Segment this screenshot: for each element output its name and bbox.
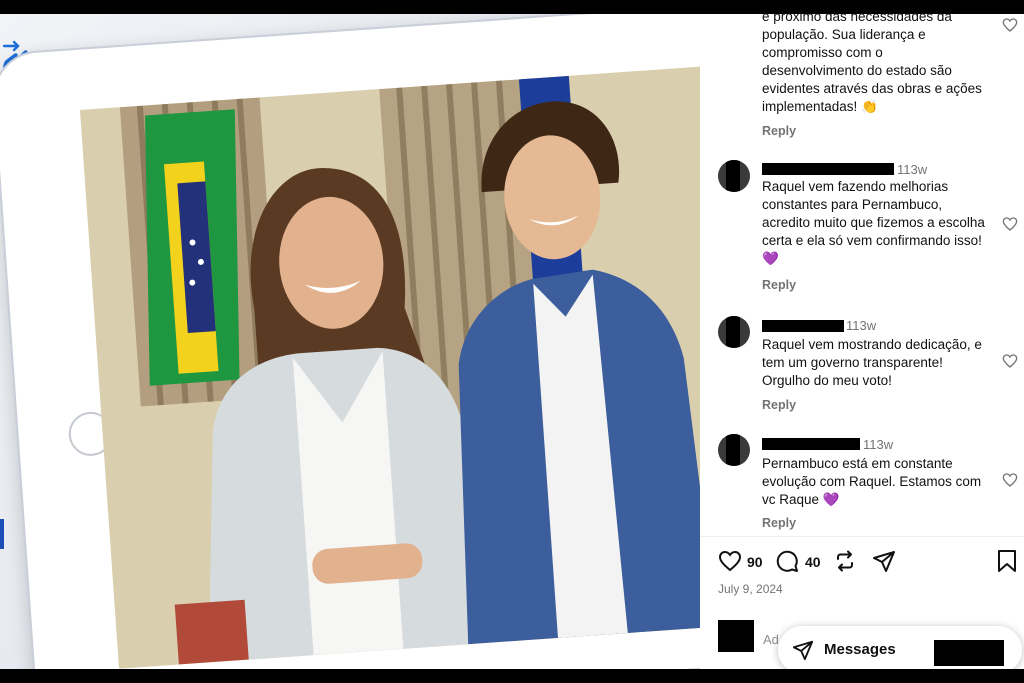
comment-line: tem um governo transparente!	[762, 355, 943, 370]
comment-line: acredito muito que fizemos a escolha	[762, 215, 985, 230]
comment-line: população. Sua liderança e	[762, 27, 926, 42]
comment-text: Pernambuco está em constante evolução co…	[762, 455, 992, 509]
comment-text: Raquel vem mostrando dedicação, e tem um…	[762, 336, 992, 390]
messages-button[interactable]: Messages	[778, 626, 1022, 669]
post-date: July 9, 2024	[718, 582, 783, 596]
comment-line: Raquel vem fazendo melhorias	[762, 179, 949, 194]
repost-icon[interactable]	[833, 549, 857, 573]
avatar[interactable]	[718, 316, 750, 348]
post-photo	[80, 65, 758, 669]
comment-line: 💜	[762, 251, 779, 266]
username-redacted[interactable]	[762, 163, 894, 175]
like-count: 90	[747, 554, 763, 570]
comment-timestamp: 113w	[897, 162, 928, 177]
comment-line: constantes para Pernambuco,	[762, 197, 943, 212]
like-comment-heart-icon[interactable]	[1002, 472, 1018, 488]
comment-bubble-icon[interactable]	[775, 549, 799, 573]
comment-line: vc Raque 💜	[762, 492, 840, 507]
comment-line: compromisso com o	[762, 45, 883, 60]
reply-button[interactable]: Reply	[762, 516, 796, 530]
messages-avatars-redacted	[934, 640, 1004, 666]
like-comment-heart-icon[interactable]	[1002, 216, 1018, 232]
add-comment-input[interactable]: Ad	[763, 632, 779, 647]
comment-line: certa e ela só vem confirmando isso!	[762, 233, 982, 248]
like-heart-icon[interactable]	[718, 549, 742, 573]
user-avatar-redacted	[718, 620, 754, 652]
reply-button[interactable]: Reply	[762, 278, 796, 292]
reply-button[interactable]: Reply	[762, 398, 796, 412]
comment-line: Orgulho do meu voto!	[762, 373, 892, 388]
avatar-redaction	[726, 434, 740, 466]
post-photo-illustration	[80, 65, 758, 669]
comment-count: 40	[805, 554, 821, 570]
comment-line: evidentes através das obras e ações	[762, 81, 982, 96]
comment-text: Raquel vem fazendo melhorias constantes …	[762, 178, 992, 268]
messages-label: Messages	[824, 641, 896, 658]
avatar-redaction	[726, 316, 740, 348]
paper-plane-icon	[792, 640, 814, 661]
comment-line: evolução com Raquel. Estamos com	[762, 474, 982, 489]
screenshot-stage: e próximo das necessidades da população.…	[0, 14, 1024, 669]
comment-text: e próximo das necessidades da população.…	[762, 14, 992, 116]
share-send-icon[interactable]	[872, 549, 896, 573]
reply-button[interactable]: Reply	[762, 124, 796, 138]
side-accent-mark	[0, 519, 4, 549]
comment-count-value: 40	[805, 554, 821, 570]
save-bookmark-icon[interactable]	[996, 549, 1018, 573]
username-redacted[interactable]	[762, 438, 860, 450]
like-comment-heart-icon[interactable]	[1002, 17, 1018, 33]
comment-timestamp: 113w	[846, 318, 877, 333]
like-comment-heart-icon[interactable]	[1002, 353, 1018, 369]
instagram-comments-panel: e próximo das necessidades da população.…	[700, 14, 1024, 669]
comment-line: e próximo das necessidades da	[762, 14, 952, 24]
comment-line: Raquel vem mostrando dedicação, e	[762, 337, 982, 352]
avatar[interactable]	[718, 160, 750, 192]
avatar[interactable]	[718, 434, 750, 466]
avatar-redaction	[726, 160, 740, 192]
comment-line: implementadas! 👏	[762, 99, 878, 114]
username-redacted[interactable]	[762, 320, 844, 332]
comment-line: desenvolvimento do estado são	[762, 63, 952, 78]
comment-timestamp: 113w	[863, 437, 894, 452]
comment-line: Pernambuco está em constante	[762, 456, 953, 471]
